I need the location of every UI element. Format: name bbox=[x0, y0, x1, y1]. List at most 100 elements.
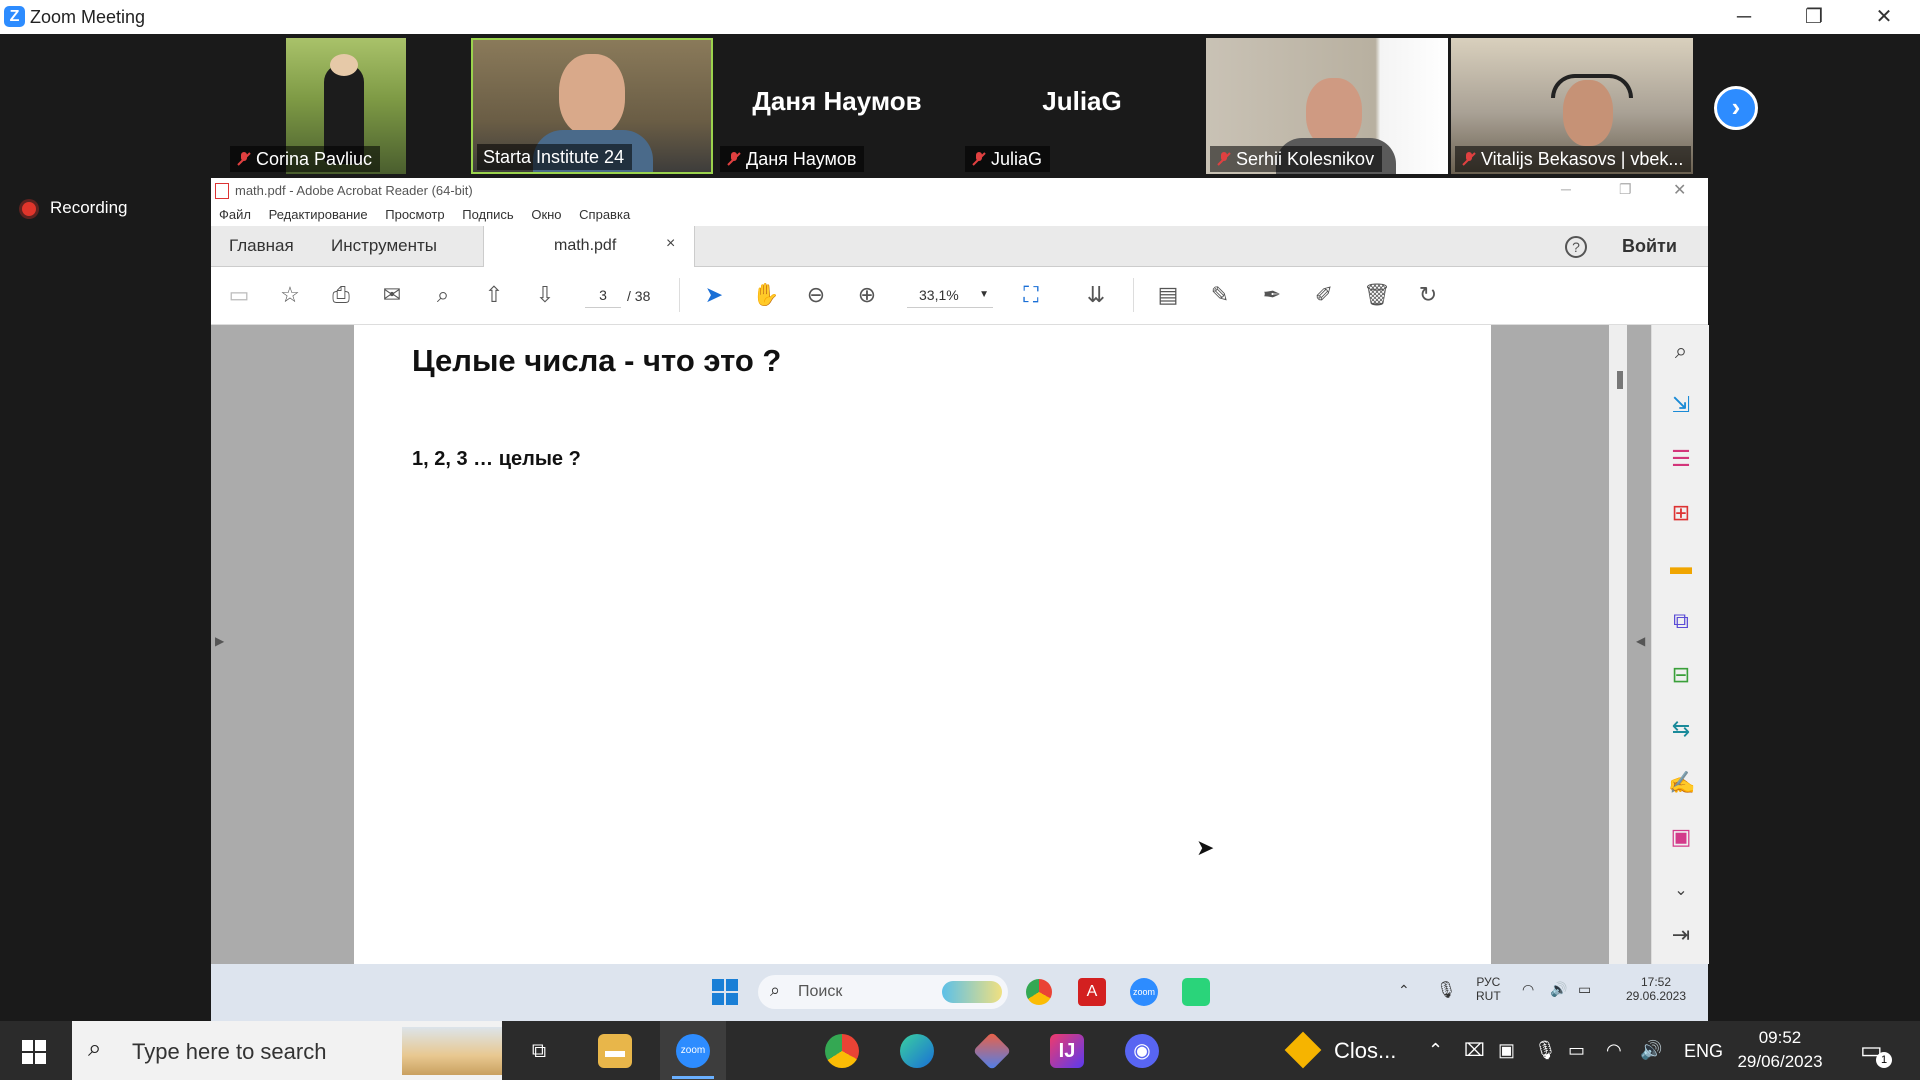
left-panel-toggle-icon[interactable]: ▶ bbox=[215, 634, 224, 648]
organize-pages-icon[interactable]: ☰ bbox=[1668, 446, 1694, 472]
edit-icon[interactable]: ✐ bbox=[1311, 282, 1337, 308]
menu-sign[interactable]: Подпись bbox=[462, 204, 513, 226]
device-icon[interactable]: ⌧ bbox=[1464, 1040, 1485, 1061]
page-number-input[interactable]: 3 bbox=[585, 283, 621, 308]
intellij-icon[interactable]: IJ bbox=[1050, 1034, 1084, 1068]
microphone-icon[interactable]: 🎙 bbox=[1436, 980, 1456, 1000]
rotate-icon[interactable]: ↻ bbox=[1415, 282, 1441, 308]
menu-edit[interactable]: Редактирование bbox=[269, 204, 368, 226]
show-hidden-icons-icon[interactable]: ⌃ bbox=[1428, 1040, 1443, 1061]
star-icon[interactable]: ☆ bbox=[277, 282, 303, 308]
close-tab-icon[interactable]: × bbox=[666, 235, 675, 253]
print-icon[interactable]: ⎙ bbox=[328, 282, 354, 308]
participant-tile-active-speaker[interactable]: Starta Institute 24 bbox=[471, 38, 713, 174]
tab-home[interactable]: Главная bbox=[229, 236, 294, 256]
tab-tools[interactable]: Инструменты bbox=[331, 236, 437, 256]
wifi-icon[interactable]: ◠ bbox=[1522, 981, 1534, 998]
taskbar-clock[interactable]: 09:52 29/06/2023 bbox=[1730, 1026, 1830, 1074]
recording-dot-icon bbox=[22, 202, 36, 216]
windows-start-icon[interactable] bbox=[712, 979, 738, 1005]
battery-icon[interactable]: ▭ bbox=[1568, 1040, 1585, 1061]
participant-tile[interactable]: Serhii Kolesnikov bbox=[1206, 38, 1448, 174]
screen-share-icon[interactable]: ▣ bbox=[1498, 1040, 1515, 1061]
send-for-review-icon[interactable]: ⇆ bbox=[1668, 716, 1694, 742]
participant-tile[interactable]: JuliaG JuliaG bbox=[961, 38, 1203, 174]
scroll-mode-icon[interactable]: ⇊ bbox=[1083, 282, 1109, 308]
file-explorer-icon[interactable]: ▬ bbox=[598, 1034, 632, 1068]
acrobat-close-button[interactable]: ✕ bbox=[1673, 180, 1686, 200]
fill-sign-icon[interactable]: ✍ bbox=[1668, 770, 1695, 796]
tab-document[interactable]: math.pdf × bbox=[483, 226, 695, 267]
zoom-out-icon[interactable]: ⊖ bbox=[803, 282, 829, 308]
expand-tools-icon[interactable]: ⌄ bbox=[1668, 878, 1694, 904]
select-cursor-icon[interactable]: ➤ bbox=[701, 282, 727, 308]
input-language[interactable]: РУС RUT bbox=[1476, 975, 1501, 1003]
participant-tile[interactable]: Даня Наумов Даня Наумов bbox=[716, 38, 958, 174]
comment-tool-icon[interactable]: ▬ bbox=[1668, 554, 1694, 580]
vertical-scrollbar[interactable] bbox=[1609, 325, 1627, 964]
restore-button[interactable]: ❐ bbox=[1784, 0, 1844, 34]
zoom-window-title: Zoom Meeting bbox=[30, 7, 146, 27]
menu-view[interactable]: Просмотр bbox=[385, 204, 444, 226]
combine-files-icon[interactable]: ⧉ bbox=[1668, 608, 1694, 634]
email-icon[interactable]: ✉ bbox=[379, 282, 405, 308]
zoom-in-icon[interactable]: ⊕ bbox=[854, 282, 880, 308]
save-icon[interactable]: ▭ bbox=[226, 282, 252, 308]
input-language[interactable]: ENG bbox=[1684, 1041, 1723, 1062]
zoom-app-icon[interactable]: zoom bbox=[1130, 978, 1158, 1006]
menu-file[interactable]: Файл bbox=[219, 204, 251, 226]
hand-tool-icon[interactable]: ✋ bbox=[752, 282, 779, 308]
menu-window[interactable]: Окно bbox=[531, 204, 561, 226]
compress-icon[interactable]: ⊟ bbox=[1668, 662, 1694, 688]
shared-clock[interactable]: 17:52 29.06.2023 bbox=[1616, 975, 1696, 1003]
show-hidden-icons-icon[interactable]: ⌃ bbox=[1398, 982, 1410, 999]
start-button[interactable] bbox=[22, 1040, 46, 1064]
taskbar-search-box[interactable]: ⌕ Type here to search bbox=[72, 1021, 502, 1080]
sign-icon[interactable]: ✒ bbox=[1259, 282, 1285, 308]
participant-name-bar: JuliaG bbox=[965, 146, 1051, 172]
zoom-taskbar-button-active[interactable]: zoom bbox=[660, 1021, 726, 1080]
zoom-level-select[interactable]: 33,1% ▼ bbox=[907, 283, 993, 308]
create-pdf-icon[interactable]: ⊞ bbox=[1668, 500, 1694, 526]
task-view-icon[interactable]: ⧉ bbox=[522, 1034, 556, 1068]
edge-icon[interactable] bbox=[900, 1034, 934, 1068]
gallery-next-button[interactable]: › bbox=[1714, 86, 1758, 130]
volume-icon[interactable]: 🔊 bbox=[1640, 1040, 1662, 1061]
pycharm-app-icon[interactable] bbox=[1182, 978, 1210, 1006]
participant-tile[interactable]: Vitalijs Bekasovs | vbek... bbox=[1451, 38, 1693, 174]
volume-icon[interactable]: 🔊 bbox=[1550, 981, 1567, 998]
chrome-icon[interactable] bbox=[825, 1034, 859, 1068]
close-button[interactable]: ✕ bbox=[1854, 0, 1914, 34]
acrobat-app-icon[interactable]: A bbox=[1078, 978, 1106, 1006]
menu-help[interactable]: Справка bbox=[579, 204, 630, 226]
help-icon[interactable]: ? bbox=[1565, 236, 1587, 258]
right-panel-toggle-icon[interactable]: ◀ bbox=[1636, 634, 1645, 648]
participant-name-bar: Vitalijs Bekasovs | vbek... bbox=[1455, 146, 1692, 172]
participant-tile[interactable]: Corina Pavliuc bbox=[226, 38, 468, 174]
chrome-icon[interactable] bbox=[1026, 979, 1052, 1005]
sign-in-button[interactable]: Войти bbox=[1622, 236, 1677, 257]
search-icon[interactable]: ⌕ bbox=[430, 282, 456, 308]
fit-page-icon[interactable]: ⛶ bbox=[1018, 282, 1044, 308]
wifi-icon[interactable]: ◠ bbox=[1606, 1040, 1622, 1061]
battery-icon[interactable]: ▭ bbox=[1578, 981, 1591, 998]
export-pdf-icon[interactable]: ⇲ bbox=[1668, 392, 1694, 418]
mouse-cursor-icon: ➤ bbox=[1196, 835, 1215, 860]
page-text: 1, 2, 3 … целые ? bbox=[412, 448, 581, 470]
page-down-icon[interactable]: ⇩ bbox=[532, 282, 558, 308]
page-up-icon[interactable]: ⇧ bbox=[481, 282, 507, 308]
comment-icon[interactable]: ▤ bbox=[1155, 282, 1181, 308]
highlight-icon[interactable]: ✎ bbox=[1207, 282, 1233, 308]
scrollbar-thumb[interactable] bbox=[1617, 371, 1623, 389]
discord-icon[interactable]: ◉ bbox=[1125, 1034, 1159, 1068]
delete-icon[interactable]: 🗑 bbox=[1363, 282, 1391, 308]
collapse-panel-icon[interactable]: ⇥ bbox=[1668, 922, 1694, 948]
acrobat-restore-button[interactable]: ❐ bbox=[1619, 181, 1632, 198]
more-tools-icon[interactable]: ▣ bbox=[1668, 824, 1694, 850]
zoom-tool-icon[interactable]: ⌕ bbox=[1668, 338, 1694, 364]
minimize-button[interactable]: ─ bbox=[1714, 0, 1774, 34]
shared-search-box[interactable]: ⌕ Поиск bbox=[758, 975, 1008, 1009]
acrobat-minimize-button[interactable]: ─ bbox=[1561, 181, 1571, 197]
microphone-icon[interactable]: 🎙 bbox=[1534, 1040, 1557, 1061]
pinned-app-label[interactable]: Clos... bbox=[1334, 1038, 1396, 1064]
